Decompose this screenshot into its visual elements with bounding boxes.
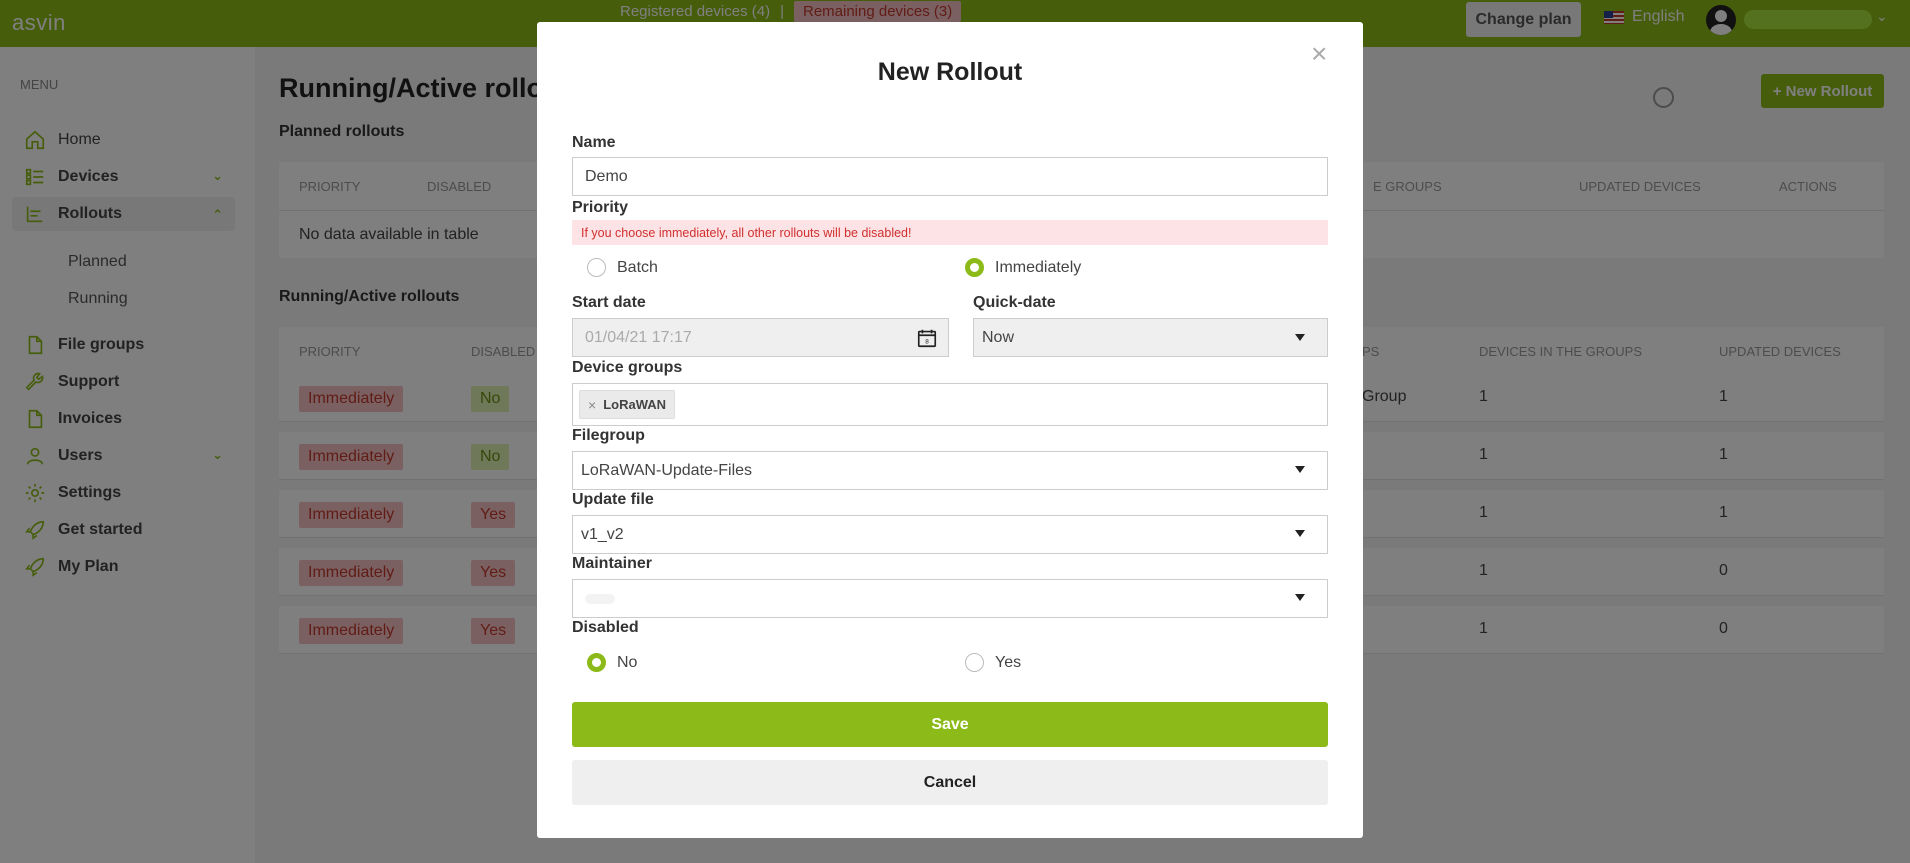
start-date-label: Start date [572, 294, 646, 311]
new-rollout-modal: New Rollout × Name Demo Priority If you … [537, 22, 1363, 838]
save-button[interactable]: Save [572, 702, 1328, 747]
caret-down-icon [1295, 530, 1305, 537]
maintainer-label: Maintainer [572, 555, 653, 572]
disabled-radio-yes[interactable]: Yes [965, 653, 1021, 672]
filegroup-label: Filegroup [572, 427, 645, 444]
modal-title: New Rollout [877, 58, 1023, 86]
device-groups-input[interactable]: × LoRaWAN [572, 383, 1328, 426]
update-file-value: v1_v2 [581, 525, 624, 543]
start-date-value: 01/04/21 17:17 [585, 328, 692, 346]
radio-button-selected[interactable] [965, 258, 984, 277]
radio-button-selected[interactable] [587, 653, 606, 672]
quick-date-select[interactable]: Now [973, 318, 1328, 357]
disabled-radio-no[interactable]: No [587, 653, 637, 672]
priority-radio-batch[interactable]: Batch [587, 258, 658, 277]
radio-label: No [617, 653, 638, 671]
svg-text:8: 8 [925, 339, 929, 346]
quick-date-value: Now [982, 328, 1015, 346]
filegroup-value: LoRaWAN-Update-Files [581, 461, 753, 479]
radio-button[interactable] [587, 258, 606, 277]
caret-down-icon [1295, 466, 1305, 473]
start-date-input[interactable]: 01/04/21 17:17 8 [572, 318, 949, 357]
caret-down-icon [1295, 334, 1305, 341]
calendar-icon[interactable]: 8 [916, 327, 938, 349]
radio-label: Yes [995, 653, 1022, 671]
remove-tag-icon[interactable]: × [588, 397, 596, 413]
close-icon[interactable]: × [1311, 38, 1327, 70]
device-group-tag: × LoRaWAN [579, 390, 676, 419]
cancel-button[interactable]: Cancel [572, 760, 1328, 805]
disabled-label: Disabled [572, 619, 639, 636]
name-input[interactable]: Demo [572, 157, 1328, 196]
caret-down-icon [1295, 594, 1305, 601]
device-groups-label: Device groups [572, 359, 683, 376]
maintainer-select[interactable] [572, 579, 1328, 618]
quick-date-label: Quick-date [973, 294, 1056, 311]
filegroup-select[interactable]: LoRaWAN-Update-Files [572, 451, 1328, 490]
update-file-label: Update file [572, 491, 654, 508]
update-file-select[interactable]: v1_v2 [572, 515, 1328, 554]
radio-label: Batch [617, 258, 658, 276]
priority-label: Priority [572, 199, 629, 216]
priority-warning: If you choose immediately, all other rol… [572, 220, 1328, 245]
priority-radio-immediately[interactable]: Immediately [965, 258, 1081, 277]
radio-label: Immediately [995, 258, 1082, 276]
redacted-value [585, 594, 615, 604]
name-label: Name [572, 134, 616, 151]
radio-button[interactable] [965, 653, 984, 672]
device-group-tag-label: LoRaWAN [603, 397, 667, 412]
